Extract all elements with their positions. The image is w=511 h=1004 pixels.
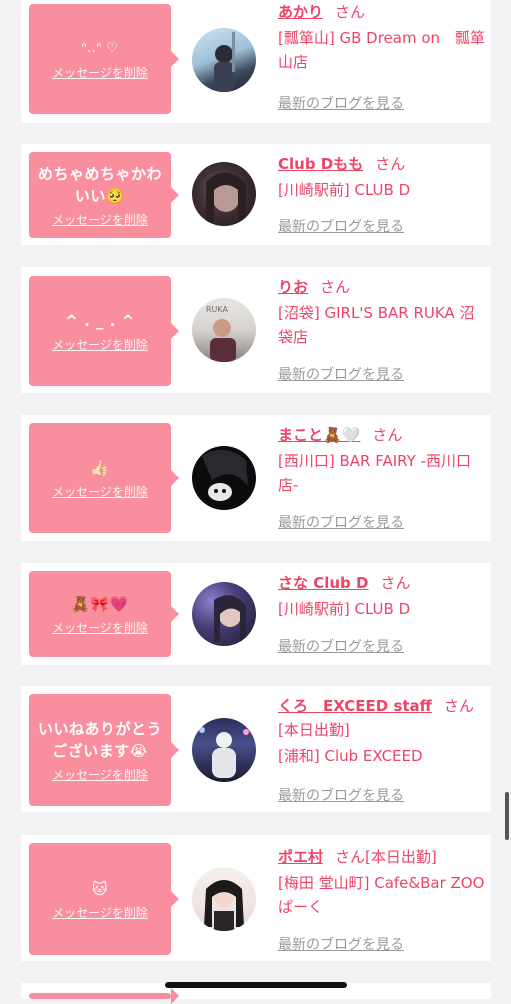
message-bubble: 👍🏻 メッセージを削除 (29, 423, 179, 533)
message-bubble: ᐢ..ᐢ ♡ メッセージを削除 (29, 4, 179, 114)
honorific: さん (380, 574, 411, 592)
avatar-photo-icon (206, 172, 246, 222)
latest-blog-link[interactable]: 最新のブログを見る (278, 785, 404, 805)
cast-info: さな Club D さん [川崎駅前] CLUB D (278, 571, 486, 621)
svg-text:RUKA: RUKA (206, 305, 229, 314)
avatar-photo-icon: RUKA (206, 305, 236, 362)
avatar[interactable] (192, 446, 256, 510)
cast-info: あかり さん [瓢箪山] GB Dream on 瓢箪山店 (278, 0, 486, 74)
shop-text: [瓢箪山] GB Dream on 瓢箪山店 (278, 29, 486, 71)
latest-blog-link[interactable]: 最新のブログを見る (278, 364, 404, 384)
avatar[interactable] (192, 582, 256, 646)
shop-text: [川崎駅前] CLUB D (278, 181, 411, 199)
message-bubble: めちゃめちゃかわいい🥺 メッセージを削除 (29, 152, 179, 238)
avatar[interactable] (192, 162, 256, 226)
latest-blog-link[interactable]: 最新のブログを見る (278, 934, 404, 954)
message-text: めちゃめちゃかわいい🥺 (37, 164, 162, 205)
message-text: 👍🏻 (90, 458, 110, 477)
latest-blog-link[interactable]: 最新のブログを見る (278, 512, 404, 532)
scrollbar[interactable] (505, 792, 509, 840)
cast-name-link[interactable]: さな Club D (278, 574, 368, 592)
avatar[interactable] (192, 718, 256, 782)
avatar-photo-icon (214, 595, 246, 642)
honorific: さん (320, 278, 351, 296)
delete-message-link[interactable]: メッセージを削除 (52, 64, 148, 81)
list-item: ᐢ..ᐢ ♡ メッセージを削除 あかり さん [瓢箪山] GB Dream on … (21, 0, 491, 123)
shop-text: [沼袋] GIRL'S BAR RUKA 沼袋店 (278, 304, 475, 346)
cast-name-link[interactable]: りお (278, 278, 308, 296)
avatar-photo-icon (204, 880, 244, 931)
message-bubble: ^ . _ . ^ メッセージを削除 (29, 276, 179, 386)
latest-blog-link[interactable]: 最新のブログを見る (278, 216, 404, 236)
honorific: さん (335, 848, 366, 866)
status-text: [本日出勤] (278, 721, 350, 739)
cast-info: りお さん [沼袋] GIRL'S BAR RUKA 沼袋店 (278, 275, 486, 349)
cast-info: Club Dもも さん [川崎駅前] CLUB D (278, 152, 486, 202)
delete-message-link[interactable]: メッセージを削除 (52, 904, 148, 921)
home-indicator[interactable] (165, 982, 347, 988)
cast-name-link[interactable]: くろ EXCEED staff (278, 697, 432, 715)
message-text: ᐢ..ᐢ ♡ (81, 40, 119, 56)
message-bubble (29, 988, 179, 1004)
cast-info: ポエ村 さん[本日出勤] [梅田 堂山町] Cafe&Bar ZOOぱーく (278, 845, 486, 919)
message-text: 🧸🎀💗 (71, 594, 129, 613)
cast-info: くろ EXCEED staff さん [本日出勤] [浦和] Club EXCEED (278, 694, 490, 768)
delete-message-link[interactable]: メッセージを削除 (52, 483, 148, 500)
list-item: めちゃめちゃかわいい🥺 メッセージを削除 Club Dもも さん [川崎駅前] C… (21, 144, 491, 245)
avatar[interactable] (192, 28, 256, 92)
cast-info: まこと🧸🤍 さん [西川口] BAR FAIRY -西川口店- (278, 423, 486, 497)
list-item: いいねありがとうございます😭 メッセージを削除 くろ EXCEED staff さ… (21, 686, 491, 812)
list-item: 🐱 メッセージを削除 ポエ村 さん[本日出勤] [梅田 堂山町] Cafe&Bar… (21, 835, 491, 961)
message-bubble: 🧸🎀💗 メッセージを削除 (29, 571, 179, 657)
honorific: さん (443, 697, 474, 715)
list-item: 👍🏻 メッセージを削除 まこと🧸🤍 さん [西川口] BAR FAIRY -西川口… (21, 415, 491, 541)
shop-text: [浦和] Club EXCEED (278, 747, 423, 765)
list-item: 🧸🎀💗 メッセージを削除 さな Club D さん [川崎駅前] CLUB D 最… (21, 563, 491, 665)
shop-text: [梅田 堂山町] Cafe&Bar ZOOぱーく (278, 874, 485, 916)
list-item: ^ . _ . ^ メッセージを削除 RUKA りお さん [沼袋] GIRL'S… (21, 267, 491, 393)
message-text: ^ . _ . ^ (65, 311, 135, 330)
avatar[interactable]: RUKA (192, 298, 256, 362)
honorific: さん (375, 155, 406, 173)
cast-name-link[interactable]: まこと🧸🤍 (278, 426, 360, 444)
latest-blog-link[interactable]: 最新のブログを見る (278, 93, 404, 113)
honorific: さん (335, 3, 366, 21)
message-bubble: いいねありがとうございます😭 メッセージを削除 (29, 694, 179, 806)
cast-name-link[interactable]: ポエ村 (278, 848, 323, 866)
delete-message-link[interactable]: メッセージを削除 (52, 619, 148, 636)
delete-message-link[interactable]: メッセージを削除 (52, 766, 148, 783)
avatar-photo-icon (202, 449, 248, 501)
cast-name-link[interactable]: Club Dもも (278, 155, 363, 173)
message-bubble: 🐱 メッセージを削除 (29, 843, 179, 955)
avatar-photo-icon (199, 727, 249, 778)
delete-message-link[interactable]: メッセージを削除 (52, 211, 148, 228)
avatar[interactable] (192, 867, 256, 931)
status-text: [本日出勤] (365, 848, 437, 866)
shop-text: [川崎駅前] CLUB D (278, 600, 411, 618)
message-text: 🐱 (91, 879, 109, 898)
honorific: さん (372, 426, 403, 444)
message-text: いいねありがとうございます😭 (37, 719, 162, 760)
latest-blog-link[interactable]: 最新のブログを見る (278, 636, 404, 656)
shop-text: [西川口] BAR FAIRY -西川口店- (278, 452, 471, 494)
avatar-photo-icon (214, 32, 235, 92)
cast-name-link[interactable]: あかり (278, 3, 323, 21)
delete-message-link[interactable]: メッセージを削除 (52, 336, 148, 353)
